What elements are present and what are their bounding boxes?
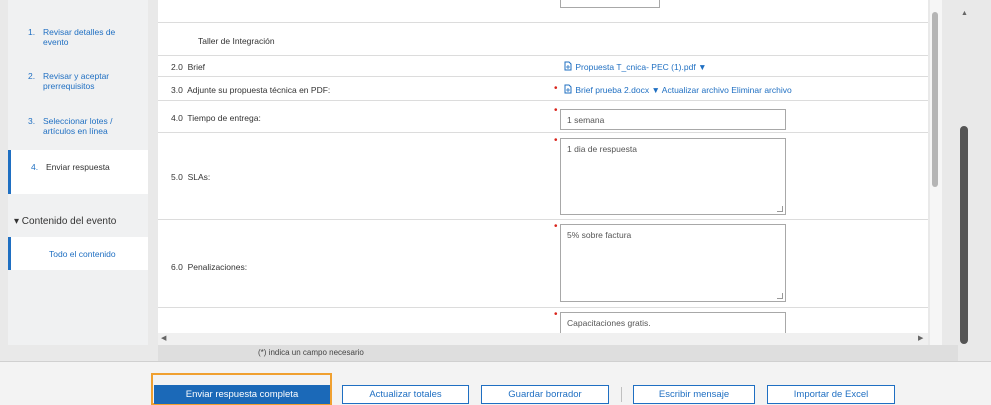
step-label: Enviar respuesta (46, 162, 110, 172)
required-marker: • (554, 309, 558, 320)
event-content-table: Taller de Integración 2.0 Brief Propuest… (158, 0, 928, 333)
step-number: 2. (28, 71, 36, 81)
delete-file-link[interactable]: Eliminar archivo (731, 85, 791, 95)
table-row: 4.0 Tiempo de entrega: • 1 semana (158, 101, 928, 133)
table-row (158, 0, 928, 23)
resize-handle-icon[interactable] (777, 206, 783, 212)
step-accept-prerequisites[interactable]: 2. Revisar y aceptar prerrequisitos (8, 71, 148, 101)
scroll-up-icon[interactable]: ▲ (961, 10, 968, 17)
step-number: 3. (28, 116, 36, 126)
sidebar-item-all-content[interactable]: Todo el contenido (8, 237, 148, 270)
step-review-details[interactable]: 1. Revisar detalles de evento (8, 27, 148, 57)
cutoff-input[interactable] (560, 0, 660, 8)
page-scroll-thumb[interactable] (960, 126, 968, 344)
horizontal-scrollbar[interactable]: ◀ ▶ (158, 333, 928, 345)
import-excel-button[interactable]: Importar de Excel (767, 385, 895, 404)
slas-value: 1 dia de respuesta (567, 144, 637, 154)
extras-textarea[interactable]: Capacitaciones gratis. (560, 312, 786, 333)
resize-handle-icon[interactable] (777, 293, 783, 299)
step-number: 4. (31, 162, 39, 172)
required-marker: • (554, 135, 558, 146)
attachment-link[interactable]: Propuesta T_cnica- PEC (1).pdf ▼ (563, 61, 707, 72)
penalties-textarea[interactable]: 5% sobre factura (560, 224, 786, 302)
submit-response-button[interactable]: Enviar respuesta completa (154, 385, 330, 404)
table-row: 5.0 SLAs: • 1 dia de respuesta (158, 133, 928, 220)
penalties-value: 5% sobre factura (567, 230, 632, 240)
event-content-section-toggle[interactable]: ▾ Contenido del evento (8, 207, 148, 237)
question-label: 5.0 SLAs: (171, 172, 211, 182)
table-row: 6.0 Penalizaciones: • 5% sobre factura (158, 220, 928, 308)
event-sidebar: 1. Revisar detalles de evento 2. Revisar… (8, 0, 148, 345)
table-row: 2.0 Brief Propuesta T_cnica- PEC (1).pdf… (158, 56, 928, 77)
question-label: 6.0 Penalizaciones: (171, 262, 248, 272)
attachment-icon (564, 61, 572, 71)
attachment-group: Brief prueba 2.docx ▼ Actualizar archivo… (563, 84, 792, 95)
chevron-down-icon[interactable]: ▼ (698, 62, 706, 72)
table-row: Taller de Integración (158, 23, 928, 56)
compose-message-button[interactable]: Escribir mensaje (633, 385, 755, 404)
chevron-down-icon[interactable]: ▼ (651, 85, 659, 95)
table-row: 3.0 Adjunte su propuesta técnica en PDF:… (158, 77, 928, 101)
step-label: Seleccionar lotes / artículos en línea (43, 116, 113, 136)
step-label: Revisar y aceptar prerrequisitos (43, 71, 110, 91)
scroll-right-icon[interactable]: ▶ (918, 334, 923, 342)
table-row: • Capacitaciones gratis. (158, 308, 928, 333)
question-label: 3.0 Adjunte su propuesta técnica en PDF: (171, 85, 331, 95)
required-marker: • (554, 83, 558, 94)
delivery-time-input[interactable]: 1 semana (560, 109, 786, 130)
step-select-lots[interactable]: 3. Seleccionar lotes / artículos en líne… (8, 116, 148, 146)
button-separator (621, 387, 622, 402)
step-number: 1. (28, 27, 36, 37)
attachment-link[interactable]: Brief prueba 2.docx (575, 85, 649, 95)
inner-scroll-thumb[interactable] (932, 12, 938, 187)
update-file-link[interactable]: Actualizar archivo (662, 85, 729, 95)
scroll-left-icon[interactable]: ◀ (161, 334, 166, 342)
step-label: Revisar detalles de evento (43, 27, 116, 47)
required-marker: • (554, 105, 558, 116)
step-submit-response[interactable]: 4. Enviar respuesta (8, 150, 148, 194)
required-marker: • (554, 221, 558, 232)
slas-textarea[interactable]: 1 dia de respuesta (560, 138, 786, 215)
required-field-note: (*) indica un campo necesario (158, 345, 958, 361)
question-label: 4.0 Tiempo de entrega: (171, 113, 261, 123)
attachment-icon (564, 84, 572, 94)
question-label: 2.0 Brief (171, 62, 206, 72)
update-totals-button[interactable]: Actualizar totales (342, 385, 469, 404)
section-header-label: Taller de Integración (198, 36, 275, 46)
save-draft-button[interactable]: Guardar borrador (481, 385, 609, 404)
